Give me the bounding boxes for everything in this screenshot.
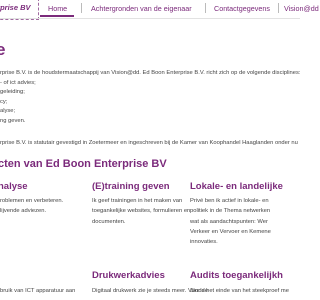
list-item: cy;: [0, 98, 8, 105]
card-text: Privé ben ik actief in lokale- en politi…: [190, 196, 300, 247]
section-title: cten van Ed Boon Enterprise BV: [0, 158, 167, 170]
card-heading: (E)training geven: [92, 181, 170, 192]
nav-separator: [81, 3, 82, 13]
registration-text: rprise B.V. is statutair gevestigd in Zo…: [0, 140, 298, 146]
nav-separator: [205, 3, 206, 13]
card-heading: Lokale- en landelijke: [190, 181, 283, 192]
company-logo[interactable]: erprise BV: [0, 0, 39, 20]
page-title: e: [0, 40, 6, 59]
discipline-list: - of ict advies; geleiding; cy; alyse; n…: [0, 80, 36, 127]
card-line: Ik geef trainingen in het maken van: [92, 198, 183, 204]
nav-separator: [278, 3, 279, 13]
card-heading: nalyse: [0, 181, 28, 192]
list-item: ng geven.: [0, 117, 26, 124]
card-heading: Audits toegankelijkh: [190, 270, 283, 281]
intro-text: rprise B.V. is de houdstermaatschappij v…: [0, 70, 301, 76]
card-line: Digitaal drukwerk zie je steeds meer. Vo…: [92, 288, 208, 294]
logo-text: erprise BV: [0, 3, 31, 12]
nav-item-contactgegevens[interactable]: Contactgegevens: [214, 4, 270, 13]
card-text: Ik geef trainingen in het maken van toeg…: [92, 196, 191, 227]
card-line: lijvende adviezen.: [0, 208, 47, 215]
card-text: Digitaal drukwerk zie je steeds meer. Vo…: [92, 286, 208, 296]
header-divider: [0, 18, 300, 19]
card-text: bruik van ICT apparatuur aan: [0, 286, 92, 296]
card-line: roblemen en verbeteren.: [0, 198, 64, 204]
card-line: politiek in de Thema netwerken: [190, 208, 271, 215]
card-line: wat als aandachtspunten: Wer: [190, 218, 268, 225]
card-line: innovaties.: [190, 239, 218, 246]
card-text: Sinds het einde van het steekproef me: [190, 286, 300, 296]
list-item: - of ict advies;: [0, 80, 36, 86]
list-item: alyse;: [0, 108, 16, 115]
nav-item-achtergronden[interactable]: Achtergronden van de eigenaar: [91, 4, 192, 13]
main-navigation: Home Achtergronden van de eigenaar Conta…: [40, 0, 319, 18]
nav-item-home[interactable]: Home: [48, 4, 67, 13]
card-line: documenten.: [92, 218, 126, 225]
card-line: Privé ben ik actief in lokale- en: [190, 198, 269, 204]
card-line: toegankelijke websites, formulieren en: [92, 208, 191, 215]
card-line: Sinds het einde van het steekproef me: [190, 288, 289, 294]
nav-item-visionadd[interactable]: Vision@dd: [284, 4, 319, 13]
card-line: Verkeer en Vervoer en Kemene: [190, 228, 271, 235]
card-line: bruik van ICT apparatuur aan: [0, 288, 76, 294]
card-heading: Drukwerkadvies: [92, 270, 165, 281]
nav-active-indicator: [40, 15, 74, 17]
card-text: roblemen en verbeteren. lijvende advieze…: [0, 196, 92, 217]
list-item: geleiding;: [0, 89, 25, 96]
